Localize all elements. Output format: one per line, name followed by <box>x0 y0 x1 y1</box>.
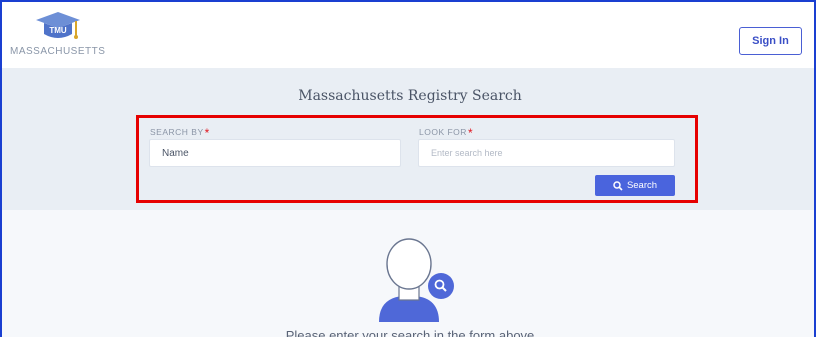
required-mark: * <box>204 126 210 140</box>
search-by-label-text: SEARCH BY <box>150 127 204 137</box>
user-search-icon <box>379 238 454 322</box>
search-button-label: Search <box>626 180 658 191</box>
search-hint: Please enter your search in the form abo… <box>285 328 535 337</box>
look-for-input[interactable]: Enter search here <box>418 139 675 167</box>
results-section: Please enter your search in the form abo… <box>2 210 814 337</box>
search-icon <box>613 180 623 191</box>
header: TMU MASSACHUSETTS Sign In <box>2 2 814 69</box>
sign-in-button[interactable]: Sign In <box>739 27 802 55</box>
search-by-label: SEARCH BY* <box>150 124 210 140</box>
logo[interactable]: TMU MASSACHUSETTS <box>10 10 150 62</box>
search-button[interactable]: Search <box>595 175 675 196</box>
page-frame: TMU MASSACHUSETTS Sign In Massachusetts … <box>0 0 816 337</box>
logo-text: TMU <box>49 26 67 35</box>
search-section: Massachusetts Registry Search SEARCH BY*… <box>2 68 814 210</box>
logo-subtitle: MASSACHUSETTS <box>10 46 106 57</box>
search-title: Massachusetts Registry Search <box>298 88 522 104</box>
graduation-cap-icon: TMU <box>36 12 80 39</box>
look-for-label-text: LOOK FOR <box>419 127 467 137</box>
required-mark: * <box>467 126 474 140</box>
look-for-label: LOOK FOR* <box>419 124 474 140</box>
search-by-select[interactable]: Name <box>149 139 401 167</box>
